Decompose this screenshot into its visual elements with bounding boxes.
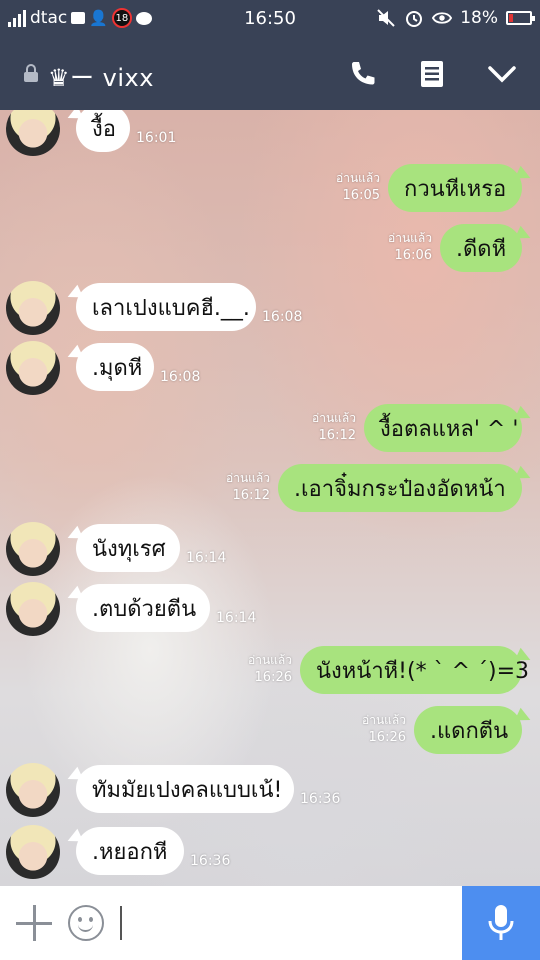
avatar[interactable] <box>6 522 60 576</box>
message-time: 16:01 <box>136 130 177 146</box>
message-input[interactable] <box>120 906 122 940</box>
chat-header: ♛ー vixx <box>0 38 540 110</box>
notes-button[interactable] <box>412 56 452 92</box>
read-receipt: อ่านแล้ว <box>226 471 270 485</box>
message-meta: 16:08 <box>160 369 200 386</box>
message-meta: 16:14 <box>186 550 226 567</box>
message-time: 16:12 <box>232 488 270 503</box>
chevron-down-icon <box>488 66 516 83</box>
outgoing-message-bubble[interactable]: นังหน้าหี!(* ` ^ ´)=3 <box>300 646 529 694</box>
chat-title[interactable]: ♛ー vixx <box>48 58 154 93</box>
lock-icon <box>24 64 38 82</box>
incoming-message-bubble[interactable]: ทัมมัยเปงคลแบบเน้! <box>76 765 294 813</box>
message-meta: 16:36 <box>190 853 230 870</box>
menu-toggle-button[interactable] <box>482 56 522 92</box>
incoming-message-bubble[interactable]: .หยอกหี <box>76 827 184 875</box>
message-meta: อ่านแล้ว 16:26 <box>362 712 406 746</box>
message-meta: 16:36 <box>300 791 340 808</box>
incoming-message-bubble[interactable]: งื้อ <box>76 110 130 152</box>
message-time: 16:36 <box>300 791 341 807</box>
plus-icon[interactable] <box>16 905 52 941</box>
incoming-message-bubble[interactable]: .ตบด้วยตีน <box>76 584 210 632</box>
message-time: 16:14 <box>216 610 257 626</box>
status-bar: dtac 👤 18 16:50 18% <box>0 0 540 38</box>
phone-icon <box>352 62 375 85</box>
avatar[interactable] <box>6 763 60 817</box>
outgoing-message-bubble[interactable]: .เอาจิ๋มกระป๋องอัดหน้า <box>278 464 522 512</box>
avatar[interactable] <box>6 825 60 879</box>
message-meta: อ่านแล้ว 16:12 <box>312 410 356 444</box>
message-meta: อ่านแล้ว 16:26 <box>248 652 292 686</box>
read-receipt: อ่านแล้ว <box>336 171 380 185</box>
message-time: 16:14 <box>186 550 227 566</box>
read-receipt: อ่านแล้ว <box>388 231 432 245</box>
chat-area[interactable]: งื้อ 16:01 กวนหีเหรอ อ่านแล้ว 16:05 .ดีดหี อ่า… <box>0 110 540 886</box>
outgoing-message-bubble[interactable]: .ดีดหี <box>440 224 522 272</box>
call-button[interactable] <box>342 56 382 92</box>
smiley-icon[interactable] <box>68 905 104 941</box>
status-right: 18% <box>376 8 535 28</box>
message-time: 16:26 <box>368 730 406 745</box>
message-meta: อ่านแล้ว 16:05 <box>336 170 380 204</box>
message-time: 16:05 <box>342 188 380 203</box>
alarm-icon <box>404 9 424 27</box>
read-receipt: อ่านแล้ว <box>248 653 292 667</box>
outgoing-message-bubble[interactable]: .แดกตีน <box>414 706 522 754</box>
message-meta: 16:08 <box>262 309 302 326</box>
read-receipt: อ่านแล้ว <box>362 713 406 727</box>
eye-icon <box>432 9 453 27</box>
input-bar <box>0 886 540 960</box>
message-time: 16:06 <box>394 248 432 263</box>
message-time: 16:08 <box>262 309 303 325</box>
message-meta: อ่านแล้ว 16:12 <box>226 470 270 504</box>
message-time: 16:36 <box>190 853 231 869</box>
avatar[interactable] <box>6 582 60 636</box>
mute-icon <box>376 9 396 27</box>
incoming-message-bubble[interactable]: นังทุเรศ <box>76 524 180 572</box>
message-meta: อ่านแล้ว 16:06 <box>388 230 432 264</box>
message-time: 16:08 <box>160 369 201 385</box>
read-receipt: อ่านแล้ว <box>312 411 356 425</box>
voice-button[interactable] <box>462 886 540 960</box>
avatar[interactable] <box>6 110 60 156</box>
battery-icon <box>506 11 535 25</box>
message-meta: 16:01 <box>136 130 176 147</box>
notes-icon <box>421 61 443 87</box>
avatar[interactable] <box>6 281 60 335</box>
incoming-message-bubble[interactable]: .มุดหี <box>76 343 154 391</box>
outgoing-message-bubble[interactable]: กวนหีเหรอ <box>388 164 522 212</box>
message-meta: 16:14 <box>216 610 256 627</box>
message-time: 16:26 <box>254 670 292 685</box>
incoming-message-bubble[interactable]: เลาเปงแบคฮี.__. <box>76 283 256 331</box>
microphone-icon <box>488 905 514 940</box>
message-time: 16:12 <box>318 428 356 443</box>
outgoing-message-bubble[interactable]: งื้อตลแหล' ^ ' <box>364 404 522 452</box>
battery-percent: 18% <box>460 8 498 28</box>
avatar[interactable] <box>6 341 60 395</box>
